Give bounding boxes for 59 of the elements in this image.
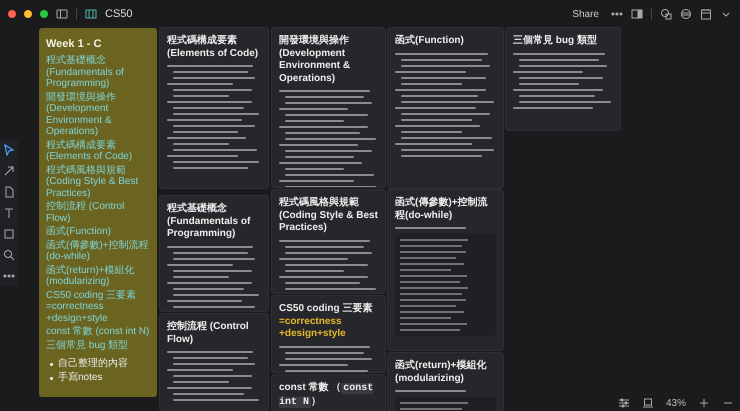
note-card[interactable]: 控制流程 (Control Flow) <box>160 314 268 411</box>
laptop-icon[interactable] <box>642 397 654 409</box>
zoom-in-icon[interactable] <box>698 397 710 409</box>
note-card[interactable]: 函式(return)+模組化 (modularizing) <box>388 353 503 411</box>
minimize-button[interactable] <box>24 10 32 18</box>
sliders-icon[interactable] <box>618 397 630 409</box>
card-link[interactable]: 函式(傳參數)+控制流程(do-while) <box>46 240 151 262</box>
search-icon[interactable] <box>3 249 15 261</box>
square-icon[interactable] <box>3 228 15 240</box>
note-card[interactable]: 程式碼風格與規範 (Coding Style & Best Practices) <box>272 190 385 293</box>
card-title: const 常數 （ const int N ） <box>279 382 374 409</box>
text-icon[interactable] <box>3 207 15 219</box>
bullet-icon <box>50 362 53 366</box>
whiteboard-icon[interactable] <box>85 8 97 20</box>
card-title: 函式(Function) <box>395 35 465 48</box>
layers-icon[interactable] <box>680 8 692 20</box>
card-link[interactable]: 程式基礎概念 (Fundamentals of Programming) <box>46 55 151 90</box>
note-card[interactable]: const 常數 （ const int N ） <box>272 375 385 411</box>
note-card[interactable]: 函式(傳參數)+控制流程(do-while) <box>388 190 503 350</box>
zoom-level: 43% <box>666 398 686 408</box>
note-card[interactable]: 程式碼構成要素 (Elements of Code) <box>160 28 268 188</box>
overview-card[interactable] <box>39 28 157 397</box>
breadcrumb[interactable]: CS50 <box>105 8 133 20</box>
bullet-icon <box>50 376 53 380</box>
card-title: 函式(return)+模組化 (modularizing) <box>395 360 488 385</box>
arrow-icon[interactable] <box>3 165 15 177</box>
card-link[interactable]: 控制流程 (Control Flow) <box>46 201 151 224</box>
card-title: 控制流程 (Control Flow) <box>167 321 250 346</box>
bullet-item: 自己整理的內容 <box>58 357 128 371</box>
card-link[interactable]: 函式(return)+模組化(modularizing) <box>46 264 151 288</box>
shapes-icon[interactable] <box>660 8 672 20</box>
note-card[interactable]: 程式基礎概念 (Fundamentals of Programming) <box>160 196 268 311</box>
sidebar-icon[interactable] <box>56 8 68 20</box>
card-title: 程式碼構成要素 (Elements of Code) <box>167 35 260 60</box>
maximize-button[interactable] <box>40 10 48 18</box>
card-link[interactable]: 三個常見 bug 類型 <box>46 340 151 351</box>
share-button[interactable]: Share <box>568 6 603 22</box>
card-title: 程式碼風格與規範 (Coding Style & Best Practices) <box>279 197 378 234</box>
note-card[interactable]: 函式(Function) <box>388 28 503 188</box>
card-link[interactable]: 開發環境與操作 (Development Environment & Operations) <box>46 92 151 138</box>
card-title: 開發環境與操作 (Development Environment & Operations) <box>279 35 352 85</box>
card-title: 三個常見 bug 類型 <box>513 35 598 48</box>
pointer-icon[interactable] <box>3 144 15 156</box>
card-link[interactable]: const 常數 (const int N) <box>46 326 151 338</box>
card-title: 函式(傳參數)+控制流程(do-while) <box>395 197 488 222</box>
card-title: 程式基礎概念 (Fundamentals of Programming) <box>167 203 252 240</box>
card-link[interactable]: 程式碼構成要素 (Elements of Code) <box>46 140 151 162</box>
card-link[interactable]: 程式碼風格與規範 (Coding Style & Best Practices) <box>46 164 151 199</box>
document-icon[interactable] <box>3 186 15 198</box>
close-button[interactable] <box>8 10 16 18</box>
card-link[interactable]: 函式(Function) <box>46 226 151 238</box>
note-card[interactable]: CS50 coding 三要素 =correctness +design+style <box>272 296 385 372</box>
card-title: CS50 coding 三要素 =correctness +design+style <box>279 303 374 340</box>
panel-icon[interactable] <box>631 8 643 20</box>
note-card[interactable]: 開發環境與操作 (Development Environment & Operations) <box>272 28 385 187</box>
calendar-icon[interactable] <box>700 8 712 20</box>
card-title: Week 1 - C <box>46 38 102 50</box>
bullet-item: 手寫notes <box>58 371 102 385</box>
note-card[interactable]: 三個常見 bug 類型 <box>506 28 620 130</box>
